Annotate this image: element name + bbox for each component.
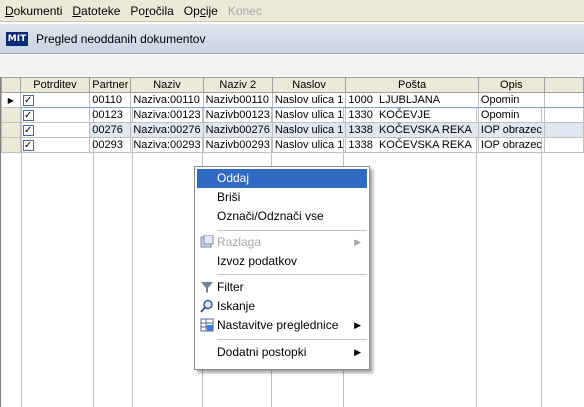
column-header-partner[interactable]: Partner [89,77,132,93]
context-item-label: Označi/Odznači vse [217,209,324,223]
naslov-cell[interactable]: Naslov ulica 1 [271,137,347,153]
partner-cell[interactable]: 00123 [89,107,132,123]
potrditev-cell[interactable]: ✓ [19,137,91,153]
grid-settings-icon [200,318,214,332]
column-header-naslov[interactable]: Naslov [271,77,347,93]
posta-number: 1330 [348,109,373,121]
menu-porocila[interactable]: Poročila [125,0,178,22]
posta-name: KOČEVJE [378,109,431,121]
menu-konec: Konec [227,3,262,18]
naziv2-cell[interactable]: Nazivb00123 [202,107,273,123]
menu-opcije[interactable]: Opcije [179,0,223,22]
potrditev-cell[interactable]: ✓ [19,122,91,138]
naslov-cell[interactable]: Naslov ulica 1 [271,92,347,108]
column-header-opis[interactable]: Opis [477,77,545,93]
posta-name: LJUBLJANA [378,94,441,106]
opis-cell[interactable]: IOP obrazec [477,137,545,153]
context-item-label: Nastavitve preglednice [217,318,339,332]
info-icon [200,234,214,249]
opis-cell[interactable]: Opomin [477,92,545,108]
context-item-dodatni-postopki[interactable]: Dodatni postopki ▶ [197,343,367,362]
context-item-label: Briši [217,190,241,204]
table-row[interactable]: ✓ 00276 Naziva:00276 Nazivb00276 Naslov … [1,122,584,138]
checkbox[interactable]: ✓ [22,124,34,136]
menu-bar: Dokumenti Datoteke Poročila Opcije Konec [0,0,584,22]
context-item-razlaga: Razlaga ▶ [197,233,367,252]
naziv-cell[interactable]: Naziva:00293 [130,137,204,153]
context-item-filter[interactable]: Filter [197,278,367,297]
column-header-potrditev[interactable]: Potrditev [19,77,91,93]
context-item-oznaci-vse[interactable]: Označi/Odznači vse [197,207,367,226]
app-logo-icon: MIT [6,31,28,46]
context-item-nastavitve-preglednice[interactable]: Nastavitve preglednice ▶ [197,316,367,335]
context-item-label: Razlaga [217,235,262,249]
window-title: Pregled neoddanih dokumentov [36,31,206,46]
naziv2-cell[interactable]: Nazivb00110 [202,92,273,108]
current-row-indicator-icon: ▶ [1,92,21,108]
naziv2-cell[interactable]: Nazivb00276 [202,122,273,138]
naslov-cell[interactable]: Naslov ulica 1 [271,107,347,123]
toolbar-strip [0,55,584,77]
context-item-label: Dodatni postopki [217,345,307,359]
context-item-label: Oddaj [217,171,250,185]
search-icon [200,299,214,313]
column-header-posta[interactable]: Pošta [345,77,479,93]
menu-separator [217,274,367,275]
context-menu: Oddaj Briši Označi/Odznači vse Razlaga ▶… [194,166,370,370]
column-header-empty [543,77,584,93]
partner-cell[interactable]: 00276 [89,122,132,138]
column-header-naziv2[interactable]: Naziv 2 [202,77,273,93]
naziv2-cell[interactable]: Nazivb00293 [202,137,273,153]
opis-cell[interactable]: IOP obrazec [477,122,545,138]
submenu-arrow-icon: ▶ [354,237,361,247]
posta-cell[interactable]: 1338 KOČEVSKA REKA [345,122,479,138]
table-row[interactable]: ▶ ✓ 00110 Naziva:00110 Nazivb00110 Naslo… [1,92,584,108]
column-header-naziv[interactable]: Naziv [130,77,204,93]
potrditev-cell[interactable]: ✓ [19,92,91,108]
posta-cell[interactable]: 1000 LJUBLJANA [345,92,479,108]
posta-name: KOČEVSKA REKA [378,124,472,136]
menu-separator [217,339,367,340]
partner-cell[interactable]: 00110 [89,92,132,108]
context-item-label: Izvoz podatkov [217,254,298,268]
submenu-arrow-icon: ▶ [354,320,361,330]
table-row[interactable]: ✓ 00293 Naziva:00293 Nazivb00293 Naslov … [1,137,584,153]
naziv-cell[interactable]: Naziva:00123 [130,107,204,123]
naziv-cell[interactable]: Naziva:00276 [130,122,204,138]
context-item-label: Iskanje [217,299,256,313]
posta-number: 1338 [348,124,373,136]
context-item-label: Filter [217,280,244,294]
window-titlebar: MIT Pregled neoddanih dokumentov [0,24,584,54]
row-indicator-header [1,77,21,93]
context-item-brisi[interactable]: Briši [197,188,367,207]
menu-separator [217,230,367,231]
opis-cell[interactable]: Opomin [477,107,545,123]
submenu-arrow-icon: ▶ [354,347,361,357]
posta-cell[interactable]: 1330 KOČEVJE [345,107,479,123]
posta-number: 1338 [348,139,373,151]
context-item-izvoz-podatkov[interactable]: Izvoz podatkov [197,252,367,271]
context-item-iskanje[interactable]: Iskanje [197,297,367,316]
potrditev-cell[interactable]: ✓ [19,107,91,123]
posta-number: 1000 [348,94,373,106]
filter-icon [200,280,214,294]
checkbox[interactable]: ✓ [22,109,34,121]
table-row[interactable]: ✓ 00123 Naziva:00123 Nazivb00123 Naslov … [1,107,584,123]
menu-dokumenti[interactable]: Dokumenti [0,0,67,22]
naziv-cell[interactable]: Naziva:00110 [130,92,204,108]
context-item-oddaj[interactable]: Oddaj [197,169,367,188]
naslov-cell[interactable]: Naslov ulica 1 [271,122,347,138]
posta-name: KOČEVSKA REKA [378,139,472,151]
checkbox[interactable]: ✓ [22,139,34,151]
partner-cell[interactable]: 00293 [89,137,132,153]
checkbox[interactable]: ✓ [22,94,34,106]
posta-cell[interactable]: 1338 KOČEVSKA REKA [345,137,479,153]
menu-datoteke[interactable]: Datoteke [67,0,125,22]
